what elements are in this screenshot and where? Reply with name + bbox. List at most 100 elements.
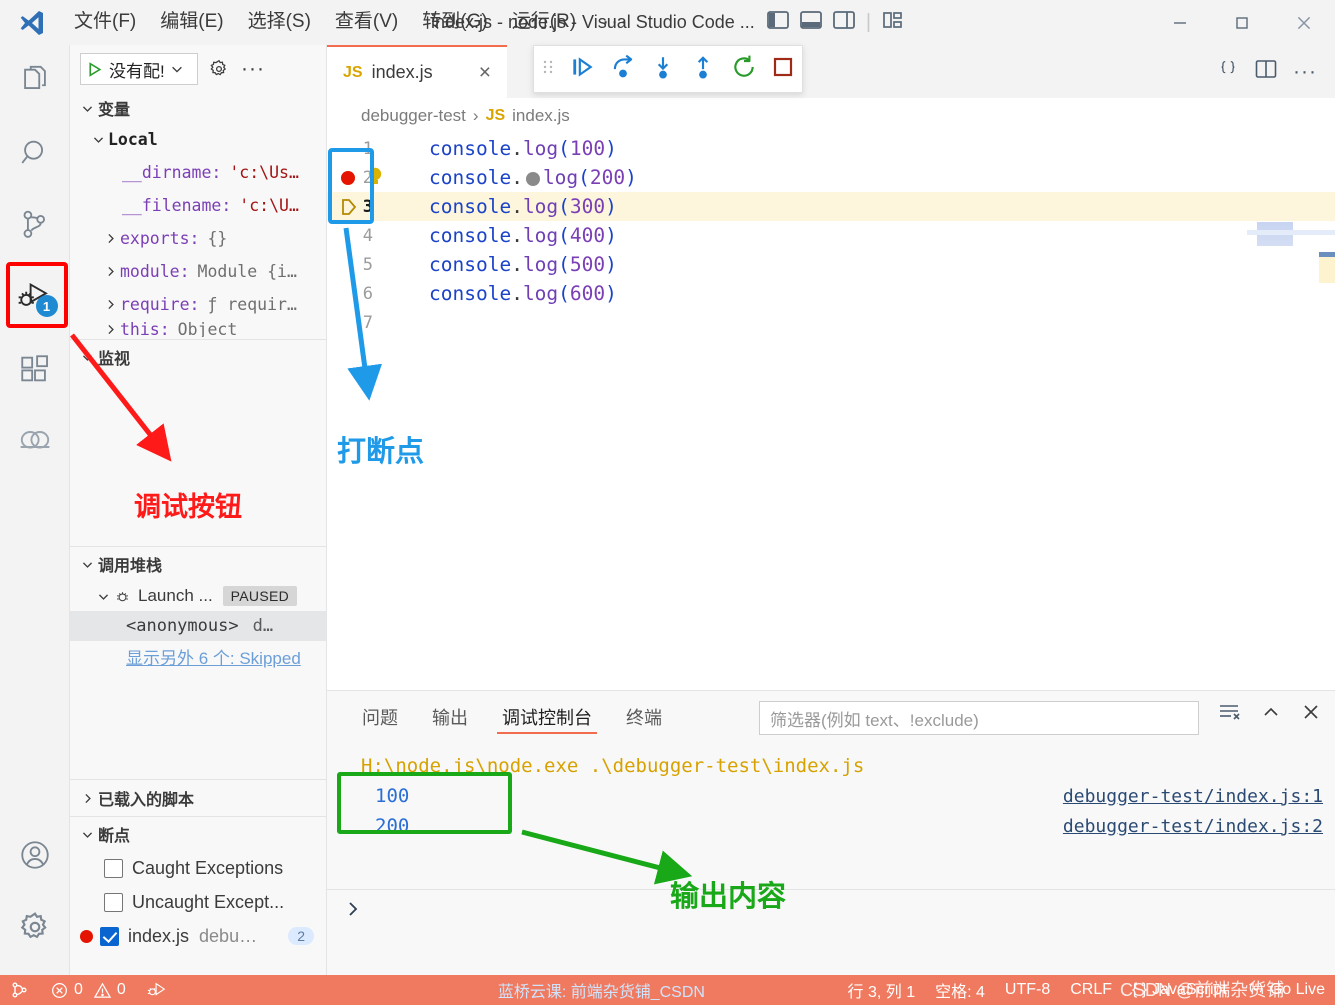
menu-view[interactable]: 查看(V)	[323, 7, 410, 38]
console-source-link[interactable]: debugger-test/index.js:1	[1063, 786, 1323, 807]
launch-configuration-select[interactable]: 没有配!	[80, 53, 198, 85]
variable-row[interactable]: require: ƒ requir…	[70, 288, 326, 321]
play-icon[interactable]	[81, 61, 107, 78]
chevron-down-icon[interactable]	[92, 590, 114, 603]
close-icon[interactable]	[1301, 702, 1321, 727]
chevron-right-icon[interactable]	[76, 792, 98, 805]
console-source-link[interactable]: debugger-test/index.js:2	[1063, 816, 1323, 837]
status-line-col[interactable]: 行 3, 列 1	[838, 975, 926, 1005]
tab-debug-console[interactable]: 调试控制台	[485, 691, 609, 743]
minimize-icon[interactable]	[1149, 0, 1211, 45]
code-line[interactable]: 1 console.log(100)	[327, 134, 1335, 163]
section-breakpoints[interactable]: 断点	[70, 817, 326, 851]
close-icon[interactable]: ×	[479, 61, 491, 85]
step-out-icon[interactable]	[690, 54, 716, 85]
menu-file[interactable]: 文件(F)	[62, 7, 148, 38]
callstack-more-link[interactable]: 显示另外 6 个: Skipped	[70, 641, 326, 671]
format-brackets-icon[interactable]	[1217, 58, 1239, 85]
breakpoint-row[interactable]: Uncaught Except...	[70, 885, 326, 919]
sidebar-item-settings[interactable]	[0, 891, 70, 963]
callstack-frame[interactable]: <anonymous> d…	[70, 611, 326, 641]
section-variables[interactable]: 变量	[70, 93, 326, 123]
chevron-down-icon[interactable]	[88, 133, 108, 146]
maximize-icon[interactable]	[1211, 0, 1273, 45]
restart-icon[interactable]	[731, 54, 757, 85]
chevron-down-icon[interactable]	[76, 351, 98, 364]
chevron-right-icon[interactable]	[100, 232, 120, 245]
gear-icon[interactable]	[206, 56, 232, 82]
variable-row[interactable]: this: Object	[70, 321, 326, 337]
clear-console-icon[interactable]	[1217, 701, 1241, 728]
chevron-down-icon[interactable]	[76, 558, 98, 571]
toggle-panel-icon[interactable]	[799, 10, 822, 35]
sidebar-item-remote[interactable]	[0, 405, 70, 477]
checkbox[interactable]	[104, 892, 123, 912]
drag-handle-icon[interactable]	[541, 58, 555, 81]
editor-tab-index-js[interactable]: JS index.js ×	[327, 45, 507, 98]
sidebar-item-explorer[interactable]	[0, 45, 70, 117]
code-editor[interactable]: 1 console.log(100) 2 console. log(200) 3 …	[327, 134, 1335, 690]
checkbox[interactable]	[100, 926, 119, 946]
chevron-right-icon[interactable]	[100, 323, 120, 336]
sidebar-item-search[interactable]	[0, 117, 70, 189]
breakpoint-row[interactable]: Caught Exceptions	[70, 851, 326, 885]
code-line[interactable]: 7	[327, 308, 1335, 337]
stop-icon[interactable]	[771, 55, 795, 84]
close-icon[interactable]	[1273, 0, 1335, 45]
status-problems[interactable]: 0 0	[40, 975, 136, 1005]
status-eol[interactable]: CRLF	[1060, 975, 1122, 1005]
console-filter-input[interactable]: 筛选器(例如 text、!exclude)	[759, 701, 1199, 735]
sidebar-item-accounts[interactable]	[0, 819, 70, 891]
chevron-right-icon[interactable]	[100, 298, 120, 311]
more-actions-icon[interactable]: ···	[240, 56, 266, 82]
variable-row[interactable]: module: Module {i…	[70, 255, 326, 288]
breakpoint-row[interactable]: index.js debu… 2	[70, 919, 326, 953]
breadcrumb-file[interactable]: index.js	[512, 106, 570, 126]
menu-go[interactable]: 转到(G)	[410, 7, 499, 38]
section-callstack[interactable]: 调用堆栈	[70, 547, 326, 581]
tab-terminal[interactable]: 终端	[609, 691, 679, 743]
status-remote-window[interactable]	[0, 975, 40, 1005]
sidebar-item-run-and-debug[interactable]: 1	[0, 261, 70, 333]
status-indentation[interactable]: 空格: 4	[925, 975, 995, 1005]
variables-scope-local[interactable]: Local	[70, 123, 326, 156]
step-over-icon[interactable]	[610, 54, 636, 85]
section-watch[interactable]: 监视	[70, 340, 326, 374]
menu-overflow-icon[interactable]: ···	[588, 10, 643, 34]
tab-problems[interactable]: 问题	[345, 691, 415, 743]
customize-layout-icon[interactable]	[882, 10, 904, 35]
code-line[interactable]: 2 console. log(200)	[327, 163, 1335, 192]
toggle-primary-sidebar-icon[interactable]	[766, 10, 789, 35]
chevron-down-icon[interactable]	[76, 828, 98, 841]
menu-selection[interactable]: 选择(S)	[236, 7, 323, 38]
status-encoding[interactable]: UTF-8	[995, 975, 1060, 1005]
debug-console-input[interactable]	[327, 889, 1335, 933]
section-loaded-scripts[interactable]: 已载入的脚本	[70, 780, 326, 816]
checkbox[interactable]	[104, 858, 123, 878]
menu-edit[interactable]: 编辑(E)	[148, 7, 235, 38]
inline-breakpoint-icon[interactable]	[525, 171, 540, 186]
chevron-right-icon[interactable]	[100, 265, 120, 278]
toggle-secondary-sidebar-icon[interactable]	[832, 10, 855, 35]
sidebar-item-source-control[interactable]	[0, 189, 70, 261]
variable-row[interactable]: __filename: 'c:\U…	[70, 189, 326, 222]
chevron-down-icon[interactable]	[167, 62, 187, 76]
sidebar-item-extensions[interactable]	[0, 333, 70, 405]
continue-icon[interactable]	[569, 54, 595, 85]
code-line[interactable]: 4 console.log(400)	[327, 221, 1335, 250]
breadcrumb-folder[interactable]: debugger-test	[361, 106, 466, 126]
chevron-down-icon[interactable]	[76, 102, 98, 115]
callstack-session[interactable]: Launch ... PAUSED	[70, 581, 326, 611]
tab-output[interactable]: 输出	[415, 691, 485, 743]
code-line-current[interactable]: 3 console.log(300)	[327, 192, 1335, 221]
code-line[interactable]: 5 console.log(500)	[327, 250, 1335, 279]
step-into-icon[interactable]	[650, 54, 676, 85]
code-line[interactable]: 6 console.log(600)	[327, 279, 1335, 308]
minimap-slider[interactable]	[1247, 230, 1335, 235]
variable-row[interactable]: __dirname: 'c:\Us…	[70, 156, 326, 189]
status-debug-indicator[interactable]	[136, 975, 178, 1005]
variable-row[interactable]: exports: {}	[70, 222, 326, 255]
more-actions-icon[interactable]: ···	[1293, 60, 1317, 84]
split-editor-icon[interactable]	[1255, 59, 1277, 84]
chevron-up-icon[interactable]	[1261, 702, 1281, 727]
